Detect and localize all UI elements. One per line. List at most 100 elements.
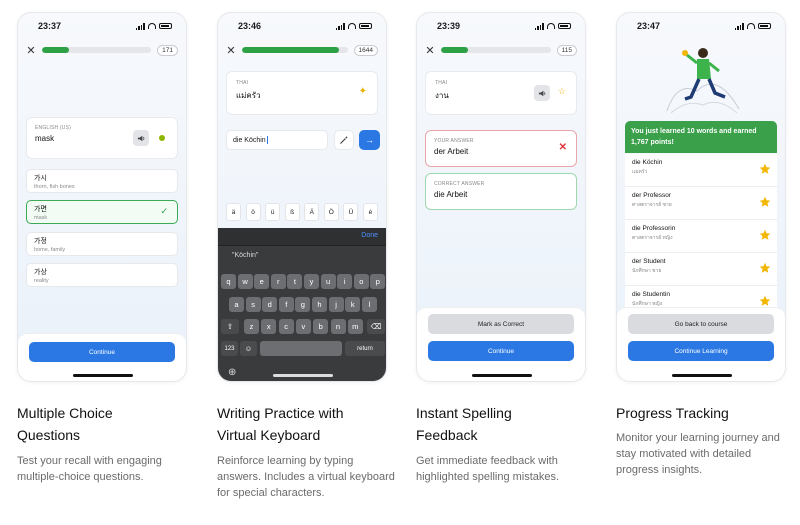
- continue-button[interactable]: Continue: [29, 342, 175, 362]
- caption-title: Writing Practice with Virtual Keyboard: [217, 402, 407, 446]
- status-dot: [159, 135, 165, 141]
- answer-input[interactable]: die Köchin: [226, 130, 328, 150]
- letter-key[interactable]: t: [287, 274, 303, 289]
- return-key[interactable]: return: [345, 341, 385, 356]
- letter-key[interactable]: g: [295, 297, 311, 312]
- letter-key[interactable]: b: [313, 319, 329, 334]
- special-char-key[interactable]: ß: [284, 203, 300, 221]
- star-icon[interactable]: [759, 262, 771, 274]
- special-char-key[interactable]: é: [362, 203, 378, 221]
- special-char-key[interactable]: ä: [226, 203, 241, 221]
- close-icon[interactable]: ✕: [26, 44, 36, 57]
- backspace-key[interactable]: ⌫: [367, 319, 385, 334]
- letter-key[interactable]: o: [353, 274, 369, 289]
- letter-key[interactable]: x: [261, 319, 277, 334]
- lesson-progress: [441, 47, 551, 53]
- lesson-topbar: ✕ 171: [26, 43, 178, 57]
- star-icon[interactable]: [759, 196, 771, 208]
- learned-word-item[interactable]: der Student นักศึกษา ชาย: [625, 253, 777, 286]
- close-icon[interactable]: ✕: [425, 44, 435, 57]
- letter-key[interactable]: r: [270, 274, 286, 289]
- learned-word-item[interactable]: der Professor ศาสตราจารย์ ชาย: [625, 187, 777, 220]
- continue-button[interactable]: Continue: [428, 341, 574, 361]
- special-char-key[interactable]: ü: [265, 203, 281, 221]
- speaker-button[interactable]: [534, 85, 550, 101]
- letter-key[interactable]: j: [328, 297, 344, 312]
- learned-word: die Köchin: [632, 159, 663, 166]
- learned-word-item[interactable]: die Professorin ศาสตราจารย์ หญิง: [625, 220, 777, 253]
- special-char-bar: ä ö ü ß Ä Ö Ü é: [222, 203, 382, 221]
- letter-key[interactable]: y: [304, 274, 319, 289]
- letter-key[interactable]: u: [320, 274, 336, 289]
- letter-key[interactable]: l: [361, 297, 377, 312]
- letter-key[interactable]: c: [278, 319, 294, 334]
- speaker-button[interactable]: [133, 130, 149, 146]
- score-badge: 115: [556, 44, 577, 56]
- letter-key[interactable]: n: [330, 319, 346, 334]
- option-sub: reality: [34, 278, 49, 284]
- battery-icon: [159, 23, 172, 29]
- caption-title-line: Instant Spelling: [416, 405, 512, 421]
- learned-word: der Student: [632, 258, 666, 265]
- letter-key[interactable]: v: [295, 319, 311, 334]
- battery-icon: [359, 23, 372, 29]
- correct-answer-label: CORRECT ANSWER: [434, 181, 485, 187]
- numbers-key[interactable]: 123: [221, 341, 238, 356]
- hint-button[interactable]: [334, 130, 354, 150]
- star-icon[interactable]: [759, 295, 771, 307]
- emoji-key[interactable]: ☺: [240, 341, 257, 356]
- home-indicator: [273, 374, 333, 377]
- letter-key[interactable]: k: [345, 297, 361, 312]
- caption-title-line: Progress Tracking: [616, 405, 729, 421]
- star-icon[interactable]: [759, 163, 771, 175]
- special-char-key[interactable]: Ö: [323, 203, 339, 221]
- score-badge: 171: [157, 44, 178, 56]
- letter-key[interactable]: z: [244, 319, 259, 334]
- score-badge: 1644: [353, 44, 378, 56]
- your-answer-value: der Arbeit: [434, 147, 469, 156]
- speaker-icon: [538, 90, 545, 96]
- shift-key[interactable]: ⇧: [221, 319, 239, 334]
- letter-key[interactable]: q: [221, 274, 236, 289]
- letter-key[interactable]: w: [237, 274, 253, 289]
- letter-key[interactable]: s: [245, 297, 261, 312]
- choice-option[interactable]: 가시 thorn, fish bones: [26, 169, 178, 193]
- keyboard-done-button[interactable]: Done: [361, 232, 378, 239]
- caption-text: Monitor your learning journey and stay m…: [616, 432, 780, 476]
- status-time: 23:46: [238, 21, 262, 31]
- submit-button[interactable]: →: [359, 130, 380, 150]
- reward-banner: You just learned 10 words and earned 1,7…: [625, 121, 777, 153]
- prompt-language: ENGLISH (US): [35, 125, 72, 131]
- continue-learning-button[interactable]: Continue Learning: [628, 341, 774, 361]
- letter-key[interactable]: d: [262, 297, 278, 312]
- prompt-card: ENGLISH (US) mask: [26, 117, 178, 159]
- learned-word-item[interactable]: die Köchin แม่ครัว: [625, 154, 777, 187]
- special-char-key[interactable]: ö: [245, 203, 261, 221]
- autocorrect-suggestion[interactable]: "Köchin": [232, 252, 258, 259]
- letter-key[interactable]: p: [370, 274, 386, 289]
- letter-key[interactable]: f: [278, 297, 294, 312]
- prompt-card: THAI แม่ครัว ✦: [226, 71, 378, 115]
- caption-title: Progress Tracking: [616, 402, 796, 424]
- special-char-key[interactable]: Ä: [304, 203, 320, 221]
- caption-title-line: Multiple Choice: [17, 405, 113, 421]
- star-icon[interactable]: [759, 229, 771, 241]
- globe-icon[interactable]: ⊕: [228, 367, 236, 378]
- star-icon[interactable]: ☆: [558, 86, 566, 97]
- letter-key[interactable]: m: [347, 319, 363, 334]
- space-key[interactable]: [260, 341, 342, 356]
- prompt-card: THAI งาน ☆: [425, 71, 577, 115]
- special-char-key[interactable]: Ü: [343, 203, 359, 221]
- letter-key[interactable]: i: [337, 274, 353, 289]
- choice-option[interactable]: 가상 reality: [26, 263, 178, 287]
- choice-option-selected[interactable]: 가면 mask ✓: [26, 200, 178, 224]
- letter-key[interactable]: h: [312, 297, 327, 312]
- choice-option[interactable]: 가정 home, family: [26, 232, 178, 256]
- mark-correct-button[interactable]: Mark as Correct: [428, 314, 574, 334]
- letter-key[interactable]: a: [229, 297, 244, 312]
- letter-key[interactable]: e: [254, 274, 270, 289]
- home-indicator: [672, 374, 732, 377]
- status-time: 23:47: [637, 21, 661, 31]
- close-icon[interactable]: ✕: [226, 44, 236, 57]
- back-to-course-button[interactable]: Go back to course: [628, 314, 774, 334]
